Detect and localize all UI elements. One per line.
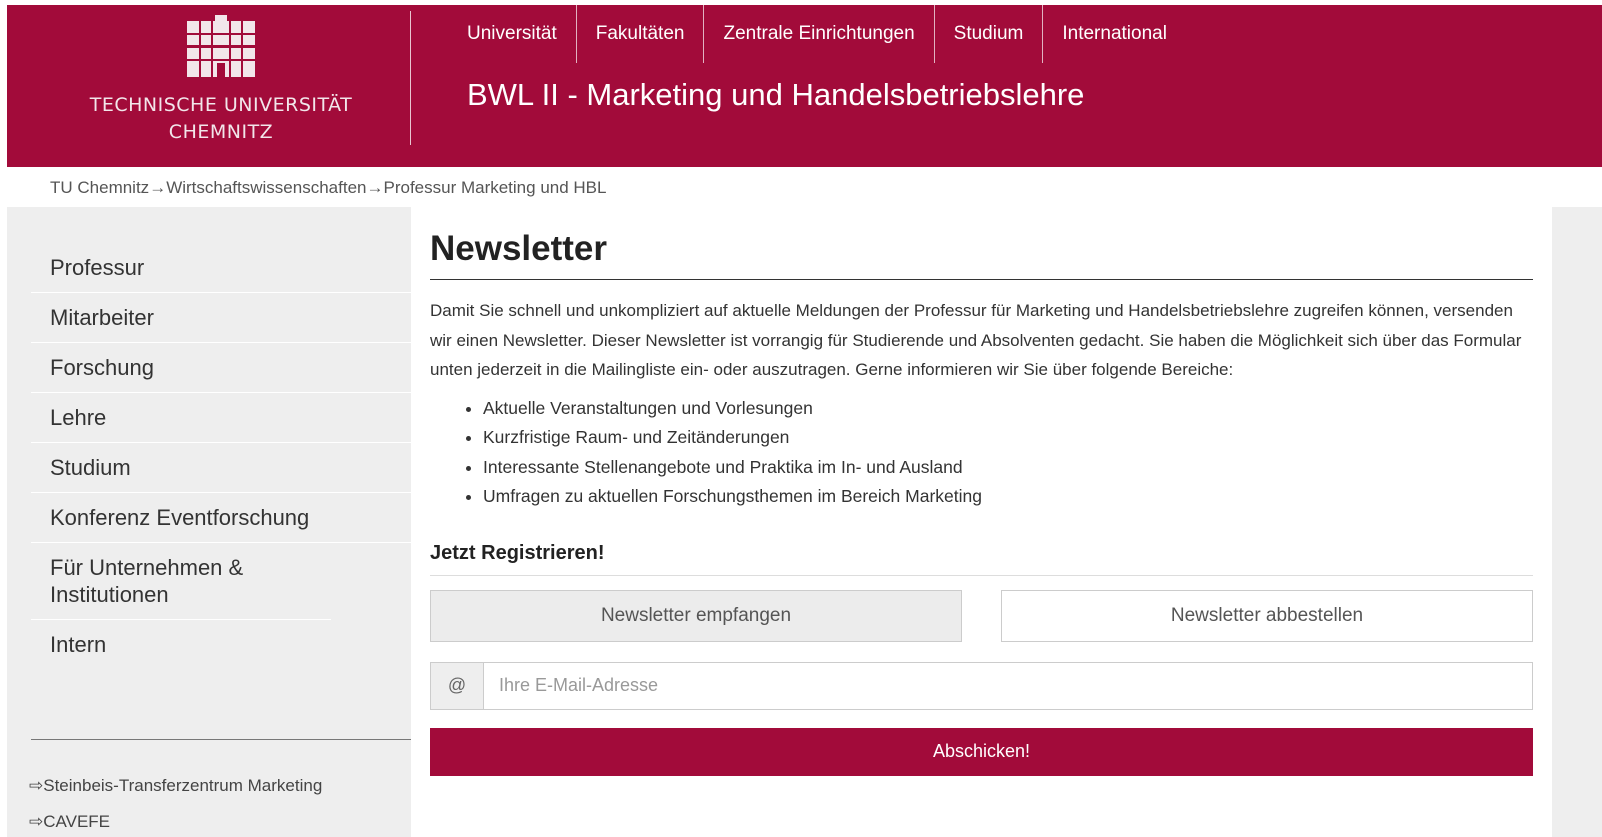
external-link-icon: ⇨ <box>29 812 44 831</box>
external-link-icon: ⇨ <box>29 776 44 795</box>
site-title[interactable]: BWL II - Marketing und Handelsbetriebsle… <box>467 77 1084 113</box>
header-divider <box>410 11 411 145</box>
subscribe-button[interactable]: Newsletter empfangen <box>430 589 962 642</box>
breadcrumb: TU Chemnitz→Wirtschaftswissenschaften→Pr… <box>50 178 606 198</box>
right-gutter <box>1552 207 1602 837</box>
breadcrumb-item-professur[interactable]: Professur Marketing und HBL <box>383 178 606 197</box>
page-title: Newsletter <box>430 229 1533 280</box>
sidebar-item-mitarbeiter[interactable]: Mitarbeiter <box>31 293 411 343</box>
sidebar-item-konferenz-eventforschung[interactable]: Konferenz Eventforschung <box>31 493 411 543</box>
logo-line-1: TECHNISCHE UNIVERSITÄT <box>89 94 353 116</box>
logo-line-2: CHEMNITZ <box>168 121 274 143</box>
intro-paragraph: Damit Sie schnell und unkompliziert auf … <box>430 301 1522 379</box>
sidebar-item-forschung[interactable]: Forschung <box>31 343 411 393</box>
sidebar-link-label: Steinbeis-Transferzentrum Marketing <box>43 776 323 795</box>
breadcrumb-item-tu-chemnitz[interactable]: TU Chemnitz <box>50 178 149 197</box>
unsubscribe-button[interactable]: Newsletter abbestellen <box>1001 589 1533 642</box>
list-item: Aktuelle Veranstaltungen und Vorlesungen <box>483 394 1533 424</box>
subscription-toggle: Newsletter empfangen Newsletter abbestel… <box>430 589 1533 642</box>
top-navigation: Universität Fakultäten Zentrale Einricht… <box>448 5 1186 63</box>
main-content: Newsletter Damit Sie schnell und unkompl… <box>430 229 1533 776</box>
list-item: Interessante Stellenangebote und Praktik… <box>483 453 1533 483</box>
breadcrumb-arrow-icon: → <box>149 178 167 197</box>
submit-button[interactable]: Abschicken! <box>430 727 1533 776</box>
nav-item-fakultaeten[interactable]: Fakultäten <box>575 5 704 63</box>
sidebar-item-lehre[interactable]: Lehre <box>31 393 411 443</box>
sidebar-item-professur[interactable]: Professur <box>31 243 411 293</box>
breadcrumb-item-wirtschaftswissenschaften[interactable]: Wirtschaftswissenschaften <box>166 178 366 197</box>
at-sign-icon: @ <box>431 662 484 709</box>
university-name[interactable]: TECHNISCHE UNIVERSITÄT CHEMNITZ <box>71 92 371 146</box>
sidebar-link-label: CAVEFE <box>43 812 111 831</box>
register-heading: Jetzt Registrieren! <box>430 542 1533 576</box>
sidebar-nav: Professur Mitarbeiter Forschung Lehre St… <box>31 243 411 669</box>
feature-list: Aktuelle Veranstaltungen und Vorlesungen… <box>430 394 1533 512</box>
nav-item-universitaet[interactable]: Universität <box>448 5 576 63</box>
sidebar-link-cutoff[interactable]: ⇨CAVEFE <box>29 812 110 832</box>
tu-chemnitz-logo-icon[interactable] <box>177 15 265 79</box>
nav-item-studium[interactable]: Studium <box>933 5 1043 63</box>
nav-item-zentrale-einrichtungen[interactable]: Zentrale Einrichtungen <box>703 5 933 63</box>
sidebar-link-steinbeis[interactable]: ⇨Steinbeis-Transferzentrum Marketing <box>29 776 322 796</box>
sidebar-item-intern[interactable]: Intern <box>31 620 411 669</box>
sidebar-item-studium[interactable]: Studium <box>31 443 411 493</box>
sidebar: Professur Mitarbeiter Forschung Lehre St… <box>7 207 411 837</box>
list-item: Kurzfristige Raum- und Zeitänderungen <box>483 423 1533 453</box>
nav-item-international[interactable]: International <box>1042 5 1186 63</box>
site-header: TECHNISCHE UNIVERSITÄT CHEMNITZ Universi… <box>7 5 1602 167</box>
breadcrumb-arrow-icon: → <box>366 178 384 197</box>
email-field-group: @ <box>430 661 1533 710</box>
list-item: Umfragen zu aktuellen Forschungsthemen i… <box>483 482 1533 512</box>
email-field[interactable] <box>484 662 1532 709</box>
sidebar-divider <box>31 739 411 740</box>
sidebar-item-unternehmen-institutionen[interactable]: Für Unternehmen & Institutionen <box>31 543 331 620</box>
